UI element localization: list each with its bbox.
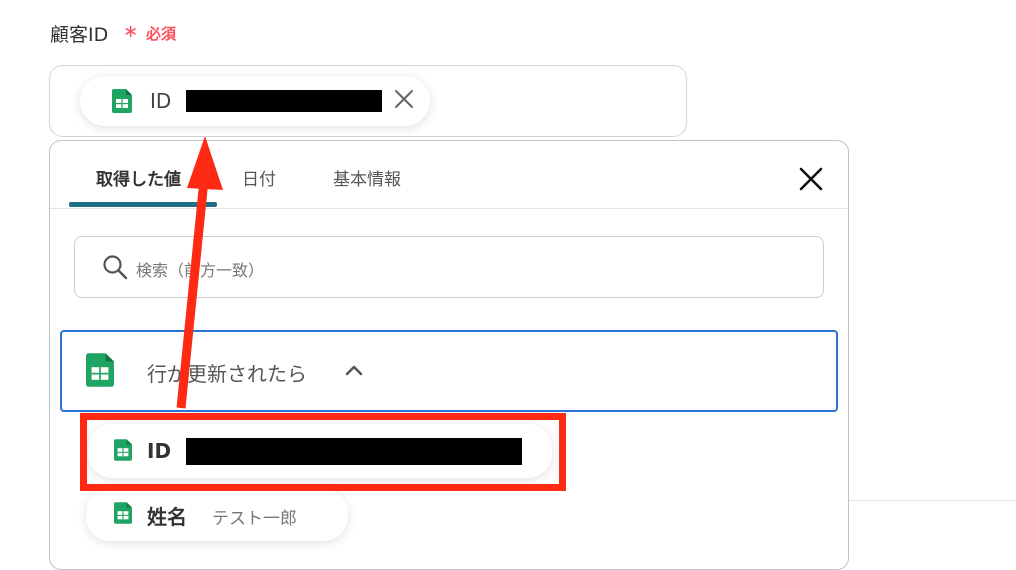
annotation-arrow-icon [176,136,223,409]
